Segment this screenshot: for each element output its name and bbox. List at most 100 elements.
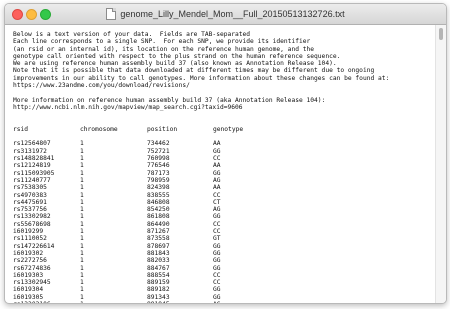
header-comment-block: Below is a text version of your data. Fi…: [13, 31, 435, 89]
cell-genotype: GG: [213, 242, 221, 250]
table-body: rs12564807 1 734462 AA rs3131972 1 752721 GG rs1…: [13, 140, 435, 303]
table-row: rs1110052 1 873558 GT: [13, 235, 435, 242]
cell-rsid: rs1110052: [13, 235, 47, 243]
cell-position: 891343: [147, 293, 170, 301]
table-row: rs11240777 1 798959 AG: [13, 177, 435, 184]
cell-genotype: AG: [213, 176, 221, 184]
table-row: rs148828841 1 760998 CC: [13, 155, 435, 162]
window-title: genome_Lilly_Mendel_Mom__Full_2015051313…: [120, 9, 345, 19]
cell-position: 871267: [147, 228, 170, 236]
cell-position: 787173: [147, 169, 170, 177]
cell-position: 889182: [147, 286, 170, 294]
cell-rsid: rs67274836: [13, 264, 51, 272]
text-line: http://www.ncbi.nlm.nih.gov/mapview/map_…: [13, 103, 243, 111]
cell-chromosome: 1: [80, 249, 84, 257]
cell-position: 873558: [147, 235, 170, 243]
cell-genotype: CT: [213, 198, 221, 206]
cell-rsid: rs4970383: [13, 191, 47, 199]
table-row: rs13302982 1 861808 GG: [13, 213, 435, 220]
cell-rsid: i6019303: [13, 271, 44, 279]
cell-genotype: AA: [213, 184, 221, 192]
cell-position: 881843: [147, 249, 170, 257]
table-row: i6019304 1 889182 GG: [13, 286, 435, 293]
cell-genotype: AA: [213, 140, 221, 148]
text-line: Note that it is possible that data downl…: [13, 67, 375, 75]
cell-genotype: AG: [213, 301, 273, 303]
text-line: https://www.23andme.com/you/download/rev…: [13, 82, 190, 90]
text-document-area[interactable]: Below is a text version of your data. Fi…: [5, 25, 435, 303]
cell-genotype: GG: [213, 264, 221, 272]
cell-genotype: CC: [213, 220, 221, 228]
cell-genotype: CC: [213, 271, 221, 279]
cell-genotype: GG: [213, 213, 221, 221]
cell-rsid: rs148828841: [13, 155, 55, 163]
cell-rsid: rs12564807: [13, 140, 51, 148]
table-row: i6019303 1 888554 CC: [13, 272, 435, 279]
cell-position: 884767: [147, 264, 170, 272]
column-header-genotype: genotype: [213, 125, 244, 133]
document-icon: [106, 8, 117, 20]
table-row: rs4970383 1 838555 CC: [13, 192, 435, 199]
text-editor-window: genome_Lilly_Mendel_Mom__Full_2015051313…: [4, 3, 447, 304]
text-line: More information on reference human asse…: [13, 96, 326, 104]
cell-genotype: CC: [213, 279, 221, 287]
cell-rsid: rs55678698: [13, 220, 51, 228]
vertical-scrollbar[interactable]: [435, 25, 446, 303]
text-line: improvements in our ability to call geno…: [13, 74, 390, 82]
cell-chromosome: 1: [80, 301, 147, 303]
cell-chromosome: 1: [80, 242, 84, 250]
cell-chromosome: 1: [80, 264, 84, 272]
cell-genotype: GG: [213, 147, 221, 155]
table-row: rs147226614 1 878697 GG: [13, 243, 435, 250]
table-row: rs55678698 1 864490 CC: [13, 221, 435, 228]
cell-chromosome: 1: [80, 162, 84, 170]
cell-chromosome: 1: [80, 176, 84, 184]
text-line: genotype call oriented with respect to t…: [13, 52, 341, 60]
cell-rsid: rs4475691: [13, 198, 47, 206]
cell-genotype: CC: [213, 191, 221, 199]
cell-chromosome: 1: [80, 286, 84, 294]
table-row: rs2272756 1 882033 GG: [13, 257, 435, 264]
title-bar[interactable]: genome_Lilly_Mendel_Mom__Full_2015051313…: [5, 4, 446, 25]
cell-position: 838555: [147, 191, 170, 199]
cell-position: 889159: [147, 279, 170, 287]
cell-chromosome: 1: [80, 140, 84, 148]
cell-position: 861808: [147, 213, 170, 221]
cell-chromosome: 1: [80, 271, 84, 279]
cell-genotype: GG: [213, 293, 221, 301]
cell-rsid: rs13302945: [13, 279, 51, 287]
table-row: rs3131972 1 752721 GG: [13, 148, 435, 155]
cell-rsid: i6019302: [13, 249, 44, 257]
cell-chromosome: 1: [80, 147, 84, 155]
table-header-row: rsid chromosome position genotype: [13, 126, 435, 133]
cell-chromosome: 1: [80, 184, 84, 192]
table-row: rs7538305 1 824398 AA: [13, 184, 435, 191]
table-row: i6019302 1 881843 GG: [13, 250, 435, 257]
cell-rsid: rs12124819: [13, 162, 51, 170]
cell-rsid: rs11240777: [13, 176, 51, 184]
cell-chromosome: 1: [80, 279, 84, 287]
table-row: rs12564807 1 734462 AA: [13, 140, 435, 147]
scrollbar-thumb[interactable]: [439, 28, 443, 40]
cell-chromosome: 1: [80, 213, 84, 221]
cell-genotype: CC: [213, 228, 221, 236]
table-row: rs67274836 1 884767 GG: [13, 265, 435, 272]
table-row: i6019305 1 891343 GG: [13, 294, 435, 301]
table-row: rs13302945 1 889159 CC: [13, 279, 435, 286]
cell-genotype: GG: [213, 169, 221, 177]
cell-position: 798959: [147, 176, 170, 184]
cell-chromosome: 1: [80, 293, 84, 301]
cell-rsid: rs13303106: [13, 301, 80, 303]
text-line: We are using reference human assembly bu…: [13, 60, 337, 68]
table-row: rs133031061891945AG: [13, 301, 435, 303]
cell-chromosome: 1: [80, 155, 84, 163]
cell-chromosome: 1: [80, 206, 84, 214]
cell-chromosome: 1: [80, 169, 84, 177]
cell-position: 888554: [147, 271, 170, 279]
column-header-position: position: [147, 125, 178, 133]
cell-chromosome: 1: [80, 235, 84, 243]
cell-genotype: AG: [213, 206, 221, 214]
cell-position: 854250: [147, 206, 170, 214]
cell-position: 864490: [147, 220, 170, 228]
cell-rsid: i6019305: [13, 293, 44, 301]
